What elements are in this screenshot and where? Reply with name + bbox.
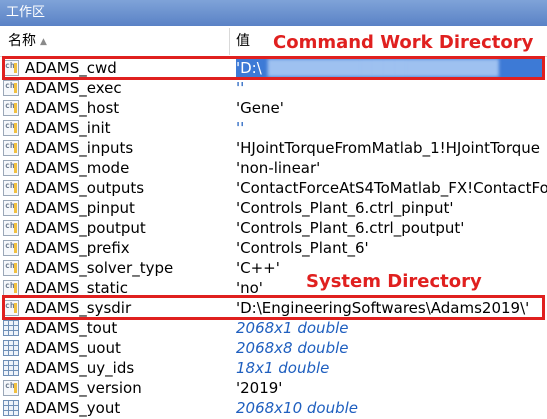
name-column-label: 名称 — [8, 33, 36, 49]
char-array-icon: ch — [3, 60, 19, 76]
variable-value: 'no' — [236, 279, 263, 297]
table-row[interactable]: ch ADAMS_exec '' — [0, 78, 547, 98]
table-row[interactable]: ADAMS_yout 2068x10 double — [0, 398, 547, 418]
variable-value: 'Controls_Plant_6' — [236, 239, 369, 257]
char-array-icon: ch — [3, 280, 19, 296]
table-row[interactable]: ch ADAMS_cwd 'D:\ ████████████████████ — [0, 58, 547, 78]
char-array-icon: ch — [3, 300, 19, 316]
variable-name: ADAMS_inputs — [25, 139, 134, 157]
variable-name: ADAMS_host — [25, 99, 120, 117]
variable-name: ADAMS_sysdir — [25, 299, 132, 317]
variable-value: 'Controls_Plant_6.ctrl_pinput' — [236, 199, 454, 217]
char-array-icon: ch — [3, 100, 19, 116]
variable-name: ADAMS_version — [25, 379, 142, 397]
variable-value: 2068x10 double — [236, 399, 359, 417]
redacted-path: ████████████████████ — [267, 59, 499, 77]
char-array-icon: ch — [3, 80, 19, 96]
workspace-title: 工作区 — [6, 5, 46, 20]
char-array-icon: ch — [3, 220, 19, 236]
variable-value-text: 'D:\ — [236, 59, 262, 77]
annotation-command-work-directory: Command Work Directory — [273, 32, 534, 53]
table-row[interactable]: ch ADAMS_solver_type 'C++' — [0, 258, 547, 278]
matrix-icon — [3, 360, 19, 376]
variable-name: ADAMS_uout — [25, 339, 121, 357]
char-array-icon: ch — [3, 160, 19, 176]
variable-value: 2068x8 double — [236, 339, 349, 357]
char-array-icon: ch — [3, 120, 19, 136]
variable-name: ADAMS_exec — [25, 79, 122, 97]
variable-name: ADAMS_init — [25, 119, 111, 137]
table-row[interactable]: ch ADAMS_sysdir 'D:\EngineeringSoftwares\A… — [0, 298, 547, 318]
variable-value: 'D:\ ████████████████████ — [236, 58, 544, 78]
variable-value: 'Gene' — [236, 99, 284, 117]
char-array-icon: ch — [3, 240, 19, 256]
variable-name: ADAMS_static — [25, 279, 128, 297]
sort-ascending-icon: ▲ — [40, 37, 47, 47]
variable-name: ADAMS_pinput — [25, 199, 135, 217]
value-column-header[interactable]: 值 — [236, 26, 250, 57]
table-row[interactable]: ch ADAMS_init '' — [0, 118, 547, 138]
variable-value: 18x1 double — [236, 359, 330, 377]
table-row[interactable]: ch ADAMS_static 'no' — [0, 278, 547, 298]
variable-value: 'HJointTorqueFromMatlab_1!HJointTorque — [236, 139, 541, 157]
variable-value: '2019' — [236, 379, 283, 397]
char-array-icon: ch — [3, 140, 19, 156]
variable-name: ADAMS_cwd — [25, 59, 117, 77]
variable-name: ADAMS_tout — [25, 319, 118, 337]
variable-value: 'non-linear' — [236, 159, 321, 177]
char-array-icon: ch — [3, 260, 19, 276]
table-row[interactable]: ch ADAMS_inputs 'HJointTorqueFromMatlab_1!… — [0, 138, 547, 158]
table-row[interactable]: ADAMS_tout 2068x1 double — [0, 318, 547, 338]
char-array-icon: ch — [3, 180, 19, 196]
table-row[interactable]: ch ADAMS_version '2019' — [0, 378, 547, 398]
name-column-header[interactable]: 名称 ▲ — [8, 26, 47, 57]
column-divider[interactable] — [229, 28, 230, 55]
variable-value: '' — [236, 79, 245, 97]
matrix-icon — [3, 320, 19, 336]
variable-value: 'D:\EngineeringSoftwares\Adams2019\' — [236, 299, 530, 317]
matrix-icon — [3, 340, 19, 356]
variable-value: 'ContactForceAtS4ToMatlab_FX!ContactFo — [236, 179, 547, 197]
variable-name: ADAMS_poutput — [25, 219, 146, 237]
table-row[interactable]: ch ADAMS_host 'Gene' — [0, 98, 547, 118]
table-row[interactable]: ch ADAMS_prefix 'Controls_Plant_6' — [0, 238, 547, 258]
matrix-icon — [3, 400, 19, 416]
variable-name: ADAMS_yout — [25, 399, 121, 417]
table-row[interactable]: ch ADAMS_poutput 'Controls_Plant_6.ctrl_po… — [0, 218, 547, 238]
table-row[interactable]: ADAMS_uout 2068x8 double — [0, 338, 547, 358]
table-row[interactable]: ch ADAMS_pinput 'Controls_Plant_6.ctrl_pin… — [0, 198, 547, 218]
variable-name: ADAMS_uy_ids — [25, 359, 135, 377]
variable-name: ADAMS_prefix — [25, 239, 130, 257]
char-array-icon: ch — [3, 380, 19, 396]
variable-name: ADAMS_solver_type — [25, 259, 174, 277]
variable-name: ADAMS_mode — [25, 159, 130, 177]
char-array-icon: ch — [3, 200, 19, 216]
variable-name: ADAMS_outputs — [25, 179, 145, 197]
workspace-title-bar: 工作区 — [0, 0, 547, 26]
table-row[interactable]: ADAMS_uy_ids 18x1 double — [0, 358, 547, 378]
value-column-label: 值 — [236, 33, 250, 49]
variable-value: 'C++' — [236, 259, 280, 277]
variable-value: 2068x1 double — [236, 319, 349, 337]
table-row[interactable]: ch ADAMS_outputs 'ContactForceAtS4ToMatlab… — [0, 178, 547, 198]
variable-list: ch ADAMS_cwd 'D:\ ████████████████████ ch ADA… — [0, 58, 547, 418]
variable-value: '' — [236, 119, 245, 137]
table-row[interactable]: ch ADAMS_mode 'non-linear' — [0, 158, 547, 178]
variable-value: 'Controls_Plant_6.ctrl_poutput' — [236, 219, 465, 237]
